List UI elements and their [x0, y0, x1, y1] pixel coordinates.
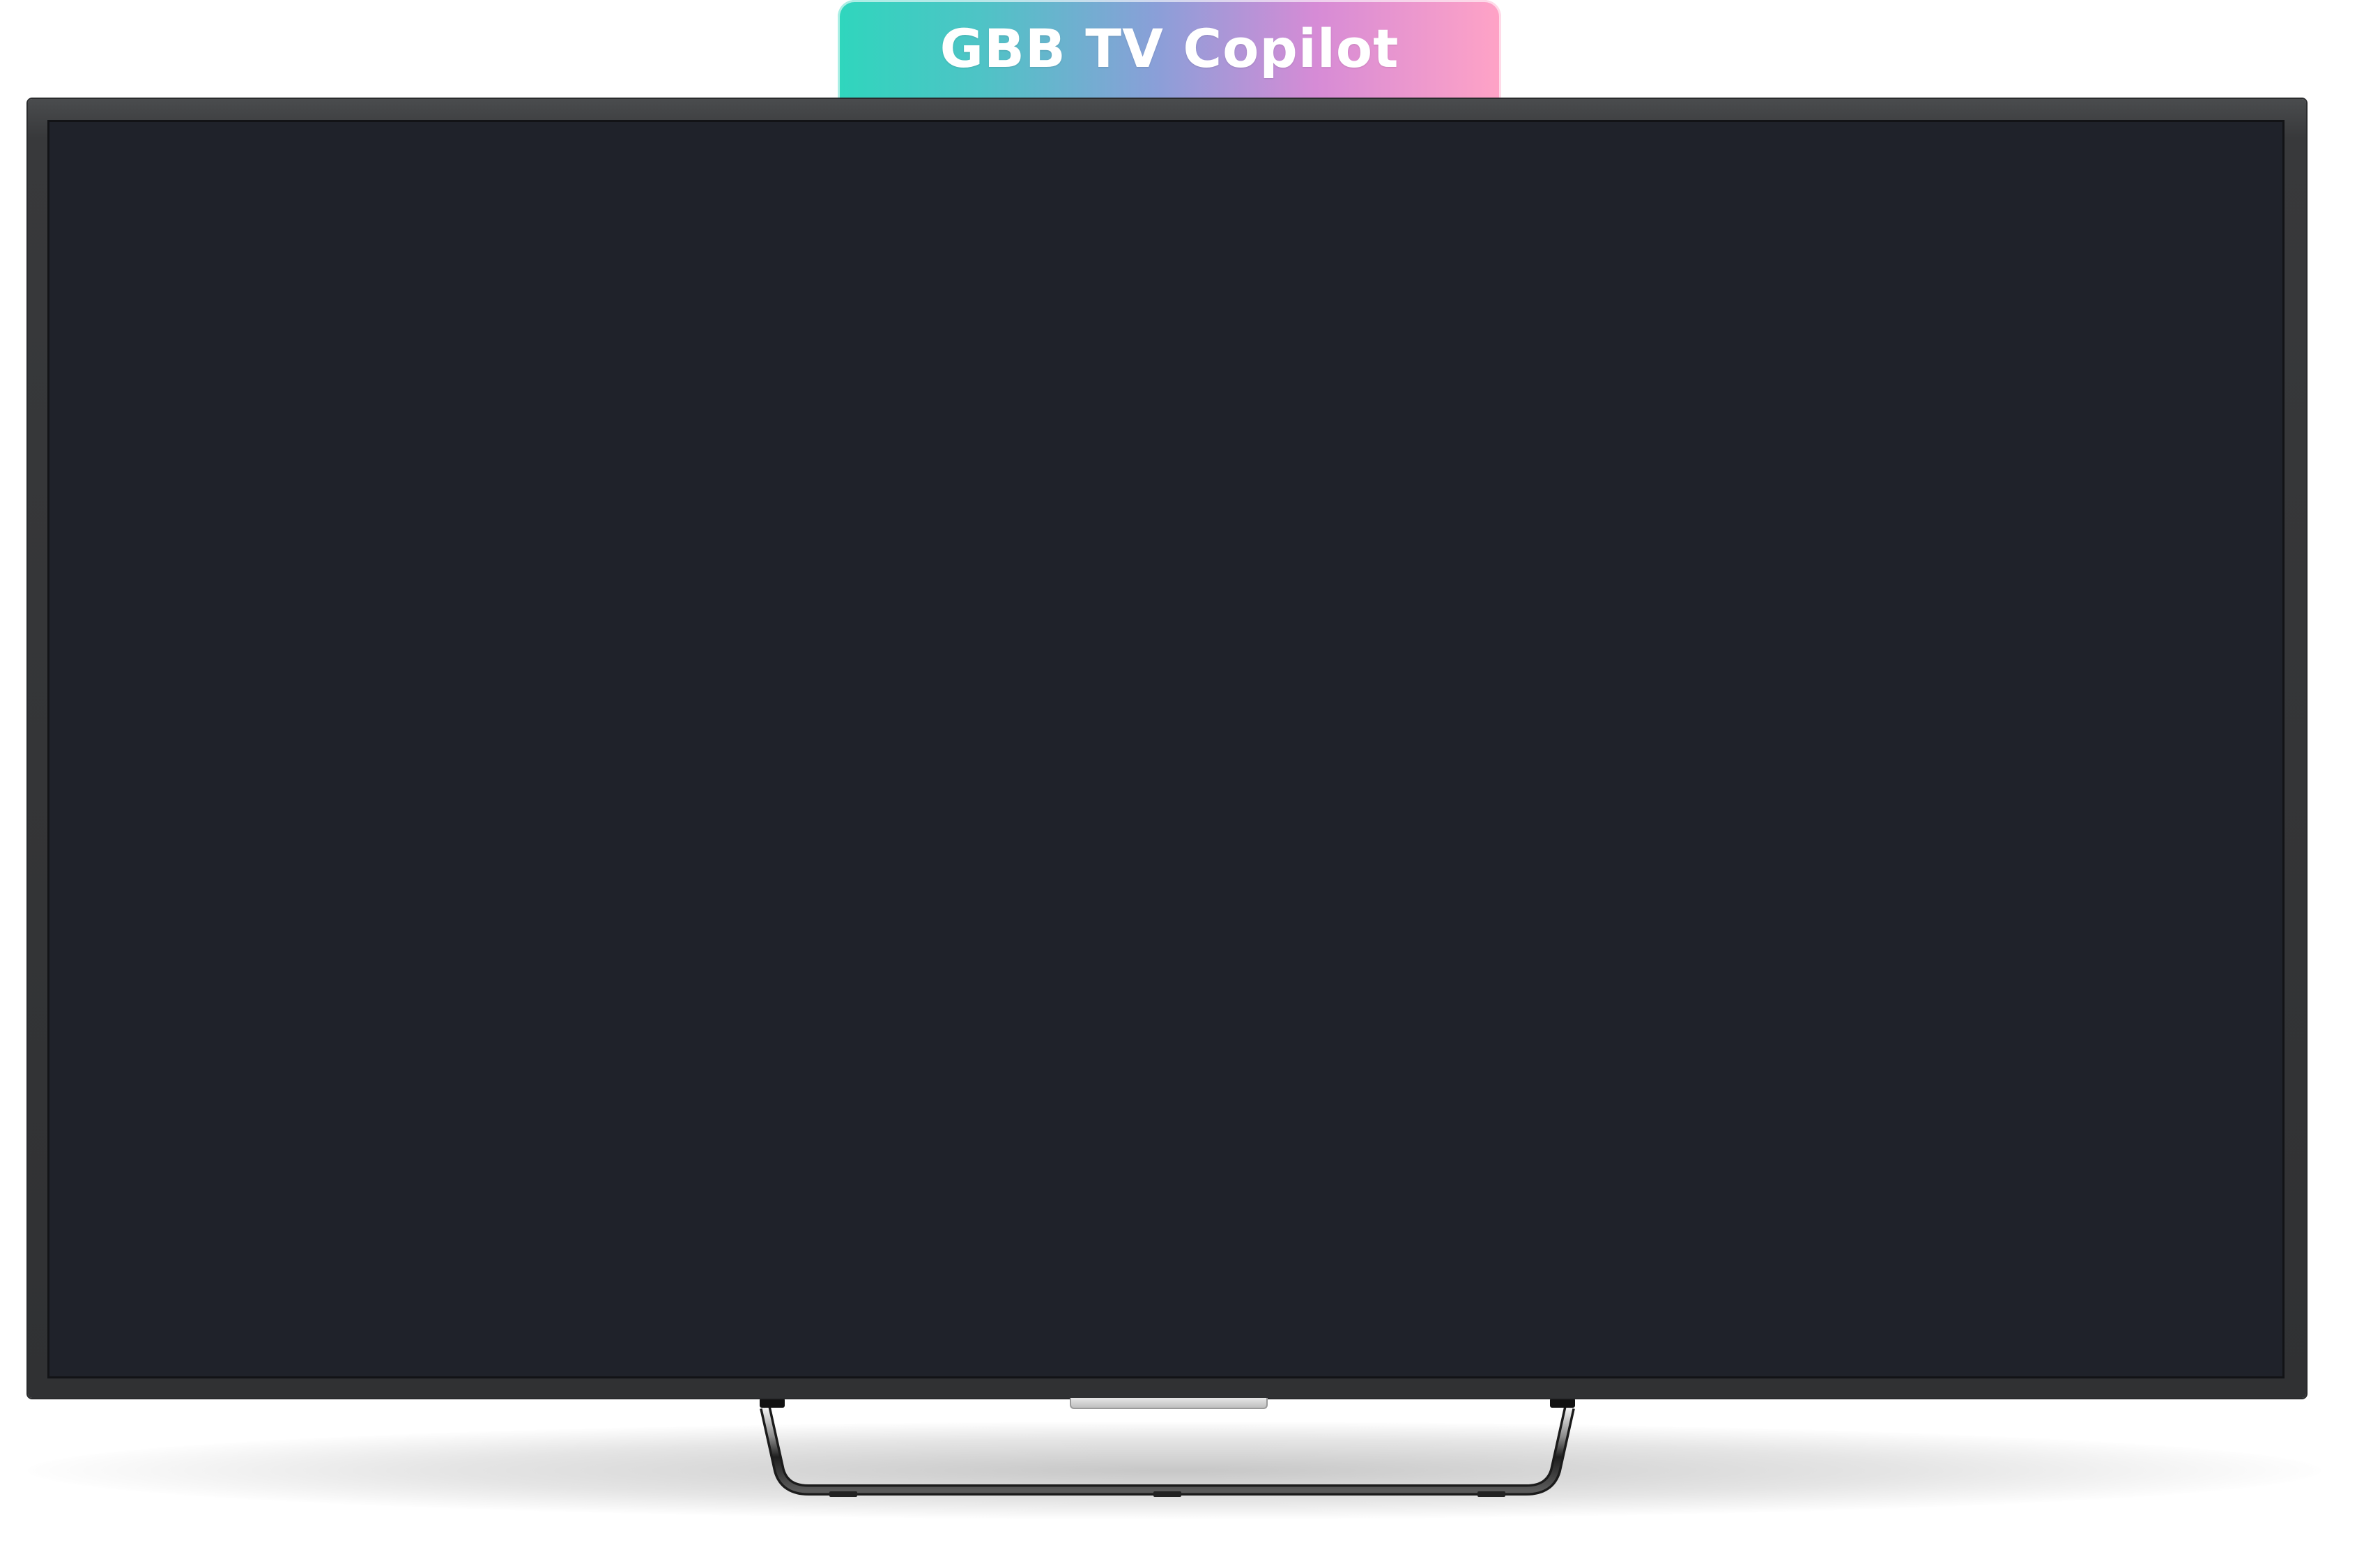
app-title-tab: GBB TV Copilot [838, 0, 1501, 102]
tv-copilot-stage: GBB TV Copilot [0, 0, 2380, 1545]
app-title: GBB TV Copilot [939, 17, 1399, 79]
ir-sensor [1070, 1398, 1268, 1409]
tv-stand [760, 1398, 1575, 1497]
tv-screen[interactable] [47, 120, 2285, 1378]
tv-bezel [28, 99, 2306, 1398]
